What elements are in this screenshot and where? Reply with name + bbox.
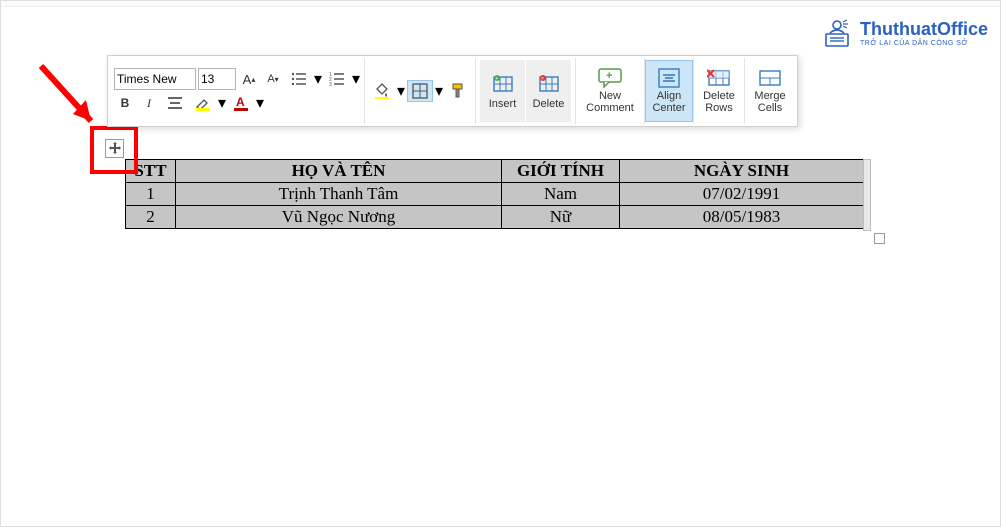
align-button[interactable] — [162, 92, 188, 114]
bullets-button[interactable] — [286, 68, 312, 90]
table-move-handle[interactable] — [105, 139, 124, 158]
document-table[interactable]: STT HỌ VÀ TÊN GIỚI TÍNH NGÀY SINH 1 Trịn… — [125, 159, 864, 229]
align-group: AlignCenter — [645, 58, 694, 124]
align-center-l1: Align — [657, 90, 681, 102]
cell-gender[interactable]: Nữ — [502, 206, 620, 229]
cell-stt[interactable]: 2 — [126, 206, 176, 229]
new-comment-button[interactable]: + NewComment — [580, 60, 640, 122]
table-row[interactable]: 1 Trịnh Thanh Tâm Nam 07/02/1991 — [126, 183, 864, 206]
italic-button[interactable]: I — [138, 92, 160, 114]
delete-rows-icon — [707, 68, 731, 88]
font-color-button[interactable]: A — [228, 92, 254, 114]
header-stt[interactable]: STT — [126, 160, 176, 183]
insert-button[interactable]: + Insert — [480, 60, 525, 122]
table-resize-handle[interactable] — [874, 233, 885, 244]
cell-name[interactable]: Vũ Ngọc Nương — [176, 206, 502, 229]
table-row[interactable]: 2 Vũ Ngọc Nương Nữ 08/05/1983 — [126, 206, 864, 229]
header-name[interactable]: HỌ VÀ TÊN — [176, 160, 502, 183]
insert-delete-group: + Insert × Delete — [476, 58, 576, 124]
shading-dropdown[interactable]: ▾ — [397, 82, 405, 100]
shading-group: ▾ ▾ — [365, 58, 476, 124]
font-color-dropdown[interactable]: ▾ — [256, 94, 264, 112]
merge-group: MergeCells — [745, 58, 795, 124]
format-painter-button[interactable] — [445, 80, 471, 102]
shrink-font-button[interactable]: A▾ — [262, 68, 284, 90]
merge-cells-button[interactable]: MergeCells — [747, 60, 793, 122]
new-comment-l2: Comment — [586, 102, 634, 114]
mini-toolbar: A▴ A▾ ▾ 123 ▾ B I ▾ A ▾ — [107, 55, 798, 127]
font-group: A▴ A▾ ▾ 123 ▾ B I ▾ A ▾ — [110, 58, 365, 124]
merge-cells-l2: Cells — [758, 102, 782, 114]
comment-icon: + — [598, 68, 622, 88]
borders-dropdown[interactable]: ▾ — [435, 82, 443, 100]
table-selection-edge — [863, 159, 871, 231]
delete-rows-button[interactable]: DeleteRows — [696, 60, 742, 122]
align-center-button[interactable]: AlignCenter — [645, 60, 693, 122]
watermark-sub: TRỞ LẠI CỦA DÂN CÔNG SỞ — [860, 40, 988, 47]
delete-button[interactable]: × Delete — [526, 60, 571, 122]
font-family-select[interactable] — [114, 68, 196, 90]
shading-button[interactable] — [369, 80, 395, 102]
svg-text:×: × — [541, 76, 544, 82]
font-size-select[interactable] — [198, 68, 236, 90]
svg-text:+: + — [495, 76, 498, 82]
move-icon — [108, 142, 122, 156]
cell-dob[interactable]: 07/02/1991 — [620, 183, 864, 206]
delete-table-icon: × — [538, 73, 560, 95]
ruler — [1, 1, 1000, 7]
new-comment-l1: New — [599, 90, 621, 102]
cell-stt[interactable]: 1 — [126, 183, 176, 206]
align-center-icon — [658, 68, 680, 88]
merge-cells-icon — [758, 68, 782, 88]
svg-text:A: A — [236, 95, 245, 109]
delete-rows-l2: Rows — [705, 102, 733, 114]
bold-button[interactable]: B — [114, 92, 136, 114]
highlight-dropdown[interactable]: ▾ — [218, 94, 226, 112]
numbering-button[interactable]: 123 — [324, 68, 350, 90]
header-gender[interactable]: GIỚI TÍNH — [502, 160, 620, 183]
highlight-button[interactable] — [190, 92, 216, 114]
insert-table-icon: + — [492, 73, 514, 95]
table-header-row[interactable]: STT HỌ VÀ TÊN GIỚI TÍNH NGÀY SINH — [126, 160, 864, 183]
insert-label: Insert — [489, 98, 517, 110]
grow-font-button[interactable]: A▴ — [238, 68, 260, 90]
align-center-l2: Center — [652, 102, 685, 114]
svg-text:3: 3 — [329, 82, 332, 88]
cell-dob[interactable]: 08/05/1983 — [620, 206, 864, 229]
numbering-dropdown[interactable]: ▾ — [352, 70, 360, 88]
delete-rows-l1: Delete — [703, 90, 735, 102]
cell-name[interactable]: Trịnh Thanh Tâm — [176, 183, 502, 206]
watermark-icon — [820, 16, 854, 50]
bullets-dropdown[interactable]: ▾ — [314, 70, 322, 88]
merge-cells-l1: Merge — [754, 90, 785, 102]
comment-group: + NewComment — [576, 58, 645, 124]
delete-label: Delete — [533, 98, 565, 110]
borders-button[interactable] — [407, 80, 433, 102]
cell-gender[interactable]: Nam — [502, 183, 620, 206]
site-watermark: ThuthuatOffice TRỞ LẠI CỦA DÂN CÔNG SỞ — [820, 16, 988, 50]
delete-rows-group: DeleteRows — [694, 58, 745, 124]
svg-text:+: + — [606, 70, 612, 82]
watermark-title: ThuthuatOffice — [860, 19, 988, 39]
header-dob[interactable]: NGÀY SINH — [620, 160, 864, 183]
